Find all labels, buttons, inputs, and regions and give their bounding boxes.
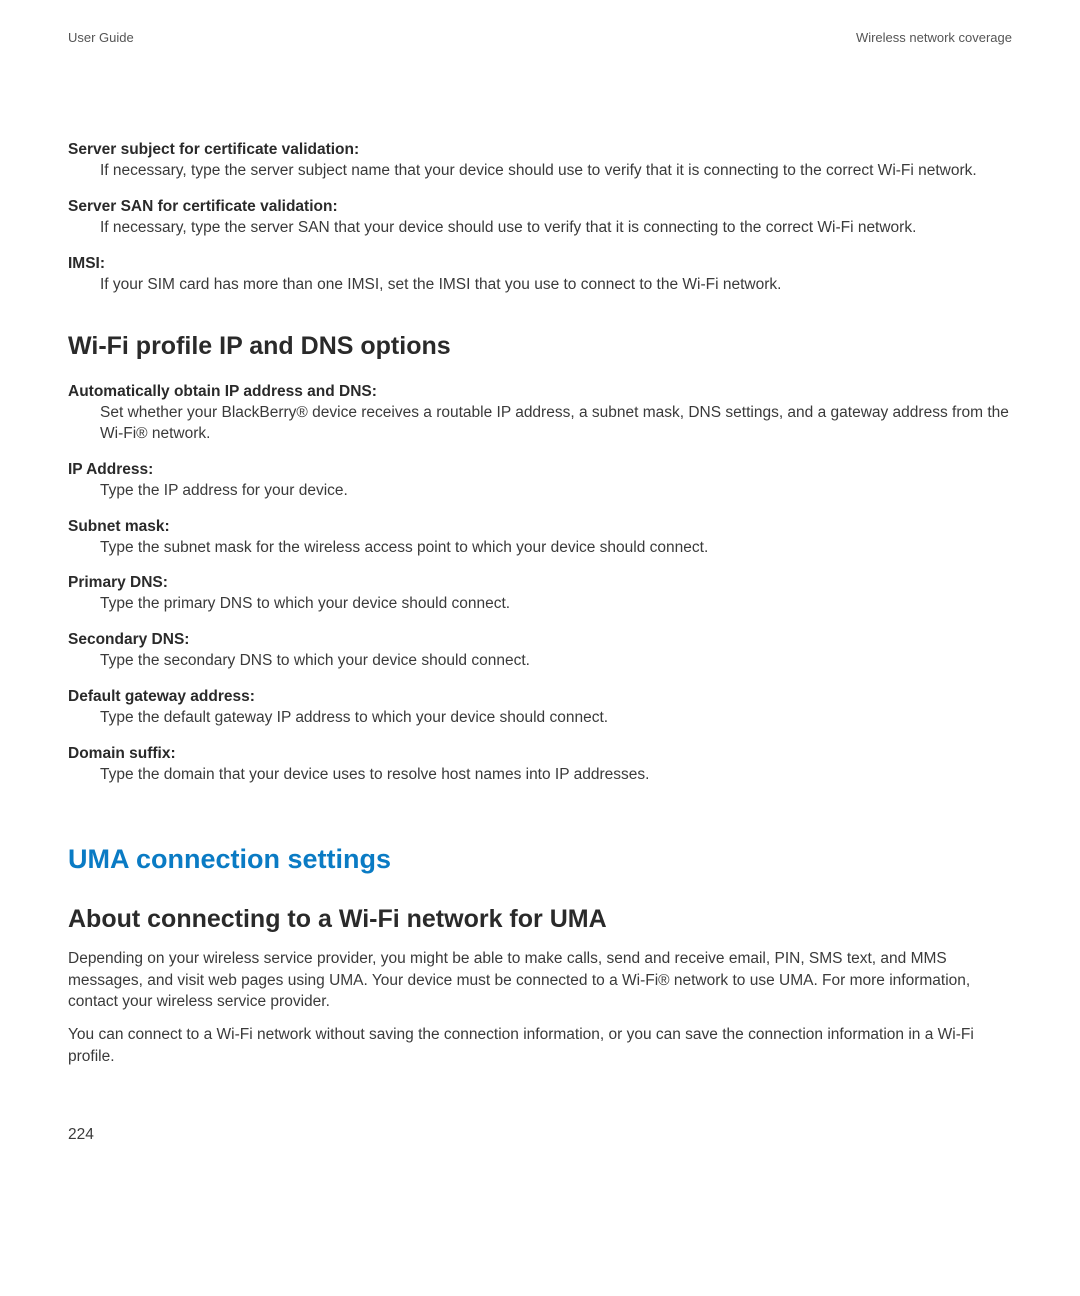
def-item: Server subject for certificate validatio… [68,141,1012,182]
def-item: Primary DNS: Type the primary DNS to whi… [68,574,1012,615]
page-number: 224 [68,1126,94,1144]
def-term: Automatically obtain IP address and DNS: [68,383,1012,401]
def-item: Secondary DNS: Type the secondary DNS to… [68,631,1012,672]
def-item: IMSI: If your SIM card has more than one… [68,255,1012,296]
page: User Guide Wireless network coverage Ser… [0,0,1080,1067]
header-right: Wireless network coverage [856,30,1012,45]
def-term: Default gateway address: [68,688,1012,706]
def-desc: Type the default gateway IP address to w… [68,708,1012,729]
paragraph: Depending on your wireless service provi… [68,948,1012,1012]
subsection-heading-uma: About connecting to a Wi-Fi network for … [68,905,1012,934]
section-heading-ipdns: Wi-Fi profile IP and DNS options [68,332,1012,361]
def-term: Domain suffix: [68,745,1012,763]
def-desc: If your SIM card has more than one IMSI,… [68,275,1012,296]
header-left: User Guide [68,30,134,45]
def-term: Subnet mask: [68,518,1012,536]
def-desc: If necessary, type the server subject na… [68,161,1012,182]
def-desc: Type the primary DNS to which your devic… [68,594,1012,615]
def-item: Domain suffix: Type the domain that your… [68,745,1012,786]
def-term: Secondary DNS: [68,631,1012,649]
def-item: IP Address: Type the IP address for your… [68,461,1012,502]
def-item: Subnet mask: Type the subnet mask for th… [68,518,1012,559]
paragraph: You can connect to a Wi-Fi network witho… [68,1024,1012,1067]
def-term: IP Address: [68,461,1012,479]
def-desc: Set whether your BlackBerry® device rece… [68,403,1012,445]
def-desc: Type the domain that your device uses to… [68,765,1012,786]
def-term: Server SAN for certificate validation: [68,198,1012,216]
def-item: Automatically obtain IP address and DNS:… [68,383,1012,445]
def-item: Server SAN for certificate validation: I… [68,198,1012,239]
def-desc: If necessary, type the server SAN that y… [68,218,1012,239]
def-desc: Type the secondary DNS to which your dev… [68,651,1012,672]
def-term: Primary DNS: [68,574,1012,592]
def-term: IMSI: [68,255,1012,273]
def-desc: Type the IP address for your device. [68,481,1012,502]
section-heading-uma: UMA connection settings [68,844,1012,875]
def-term: Server subject for certificate validatio… [68,141,1012,159]
running-header: User Guide Wireless network coverage [68,30,1012,45]
def-desc: Type the subnet mask for the wireless ac… [68,538,1012,559]
def-item: Default gateway address: Type the defaul… [68,688,1012,729]
